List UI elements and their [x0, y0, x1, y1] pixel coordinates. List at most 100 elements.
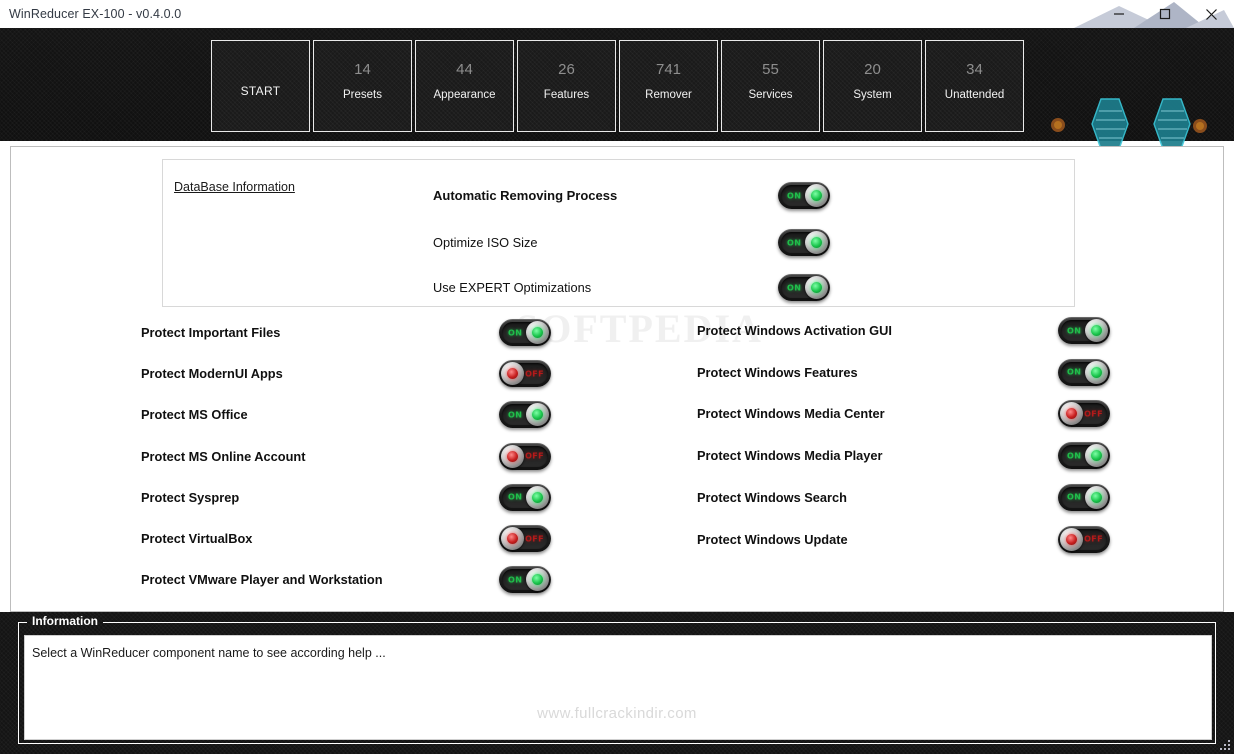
toggle-knob[interactable]	[526, 568, 549, 592]
grip-dot	[1228, 740, 1230, 742]
tab-count: 14	[354, 61, 371, 78]
toggle-knob[interactable]	[526, 403, 549, 427]
protect-option-label: Protect Windows Media Player	[697, 448, 883, 464]
tab-count: 34	[966, 61, 983, 78]
maximize-button[interactable]	[1142, 0, 1188, 28]
toggle-knob[interactable]	[1085, 485, 1108, 509]
tab-label: Services	[748, 89, 793, 101]
toggle-state-label: ON	[787, 238, 802, 247]
tab-label: Features	[543, 89, 590, 101]
toggle-state-label: ON	[1067, 326, 1082, 335]
application-window: WinReducer EX-100 - v0.4.0.0 START 14 Pres…	[0, 0, 1234, 754]
database-information-link[interactable]: DataBase Information	[174, 180, 295, 194]
protect-option-label: Protect MS Online Account	[141, 448, 306, 464]
close-button[interactable]	[1188, 0, 1234, 28]
database-information-panel: DataBase Information Automatic Removing …	[162, 159, 1075, 307]
protect-option-toggle[interactable]: ON	[499, 401, 551, 429]
protect-option-label: Protect Windows Activation GUI	[697, 323, 892, 338]
protect-option-toggle[interactable]: OFF	[1058, 525, 1110, 553]
toggle-knob[interactable]	[526, 321, 549, 344]
protect-option-label: Protect VMware Player and Workstation	[141, 572, 383, 588]
tab-system[interactable]: 20 System	[823, 40, 922, 132]
navigation-tabs: START 14 Presets 44 Appearance 26 Features 741 R…	[211, 40, 1024, 161]
grip-dot	[1228, 748, 1230, 750]
maximize-icon	[1159, 8, 1171, 20]
toggle-knob[interactable]	[501, 444, 524, 468]
toggle-knob[interactable]	[805, 231, 828, 254]
tab-count: 20	[864, 61, 881, 78]
protect-option-toggle[interactable]: ON	[499, 319, 551, 346]
tab-appearance[interactable]: 44 Appearance	[415, 40, 514, 132]
grip-dot	[1228, 744, 1230, 746]
database-option-label: Automatic Removing Process	[433, 188, 618, 203]
tab-count: 26	[558, 61, 575, 78]
protect-option-toggle[interactable]: OFF	[499, 442, 551, 470]
toggle-state-label: OFF	[1084, 534, 1103, 544]
protect-option-toggle[interactable]: ON	[499, 566, 551, 594]
tab-services[interactable]: 55 Services	[721, 40, 820, 132]
tab-unattended[interactable]: 34 Unattended	[925, 40, 1024, 132]
information-textbox[interactable]: Select a WinReducer component name to se…	[24, 635, 1212, 740]
toggle-knob[interactable]	[1085, 319, 1108, 342]
window-title: WinReducer EX-100 - v0.4.0.0	[9, 7, 182, 21]
database-option-label: Use EXPERT Optimizations	[433, 280, 592, 295]
toggle-knob[interactable]	[1085, 444, 1108, 468]
toggle-knob[interactable]	[805, 184, 828, 207]
protect-option-label: Protect Windows Media Center	[697, 406, 885, 422]
tab-label: Presets	[343, 89, 382, 101]
minimize-icon	[1114, 13, 1124, 15]
protect-option-toggle[interactable]: ON	[499, 483, 551, 511]
tab-presets[interactable]: 14 Presets	[313, 40, 412, 161]
main-content-panel: SOFTPEDIA DataBase Information Automatic…	[10, 146, 1224, 612]
tab-label: Remover	[645, 89, 692, 101]
protect-option-toggle[interactable]: ON	[1058, 358, 1110, 386]
close-icon	[1205, 8, 1217, 20]
tab-features[interactable]: 26 Features	[517, 40, 616, 132]
toggle-state-label: OFF	[525, 369, 544, 379]
protect-option-toggle[interactable]: ON	[1058, 317, 1110, 344]
protect-option-label: Protect Windows Search	[697, 489, 847, 505]
toggle-state-label: OFF	[525, 534, 544, 543]
tab-label: Unattended	[944, 89, 1005, 101]
protect-option-toggle[interactable]: OFF	[499, 525, 551, 552]
tab-remover[interactable]: 741 Remover	[619, 40, 718, 132]
toggle-knob[interactable]	[526, 485, 549, 509]
toggle-state-label: ON	[508, 328, 523, 337]
minimize-button[interactable]	[1096, 0, 1142, 28]
protect-option-toggle[interactable]: ON	[1058, 442, 1110, 470]
protect-option-toggle[interactable]: OFF	[499, 360, 551, 388]
protect-option-label: Protect Sysprep	[141, 489, 240, 505]
protect-option-label: Protect VirtualBox	[141, 531, 253, 546]
toggle-state-label: ON	[1067, 492, 1082, 502]
grip-dot	[1224, 748, 1226, 750]
toggle-state-label: OFF	[1084, 409, 1103, 419]
tab-count: 55	[762, 61, 779, 78]
database-option-toggle[interactable]: ON	[778, 229, 830, 256]
toggle-knob[interactable]	[1060, 527, 1083, 551]
information-legend: Information	[27, 614, 103, 628]
header-bar: START 14 Presets 44 Appearance 26 Features 741 R…	[0, 28, 1234, 161]
protect-option-label: Protect Windows Update	[697, 531, 848, 547]
protect-option-label: Protect Important Files	[141, 325, 281, 340]
database-option-toggle[interactable]: ON	[778, 274, 830, 301]
toggle-state-label: ON	[787, 283, 802, 292]
protect-option-toggle[interactable]: ON	[1058, 483, 1110, 511]
toggle-knob[interactable]	[805, 276, 828, 299]
tab-start[interactable]: START	[211, 40, 310, 132]
protect-option-toggle[interactable]: OFF	[1058, 400, 1110, 428]
information-text: Select a WinReducer component name to se…	[32, 646, 386, 660]
toggle-state-label: ON	[1067, 451, 1082, 461]
resize-grip-icon[interactable]	[1218, 738, 1231, 751]
grip-dot	[1224, 744, 1226, 746]
toggle-knob[interactable]	[501, 527, 524, 550]
information-group-box: Information Select a WinReducer componen…	[18, 614, 1216, 744]
tab-count: 44	[456, 61, 473, 78]
toggle-state-label: ON	[508, 575, 523, 585]
database-option-toggle[interactable]: ON	[778, 182, 830, 209]
protect-option-label: Protect MS Office	[141, 407, 248, 423]
toggle-state-label: ON	[508, 492, 523, 502]
grip-dot	[1220, 748, 1222, 750]
toggle-state-label: OFF	[525, 451, 544, 461]
protect-option-label: Protect Windows Features	[697, 364, 858, 380]
toggle-knob[interactable]	[1085, 360, 1108, 384]
